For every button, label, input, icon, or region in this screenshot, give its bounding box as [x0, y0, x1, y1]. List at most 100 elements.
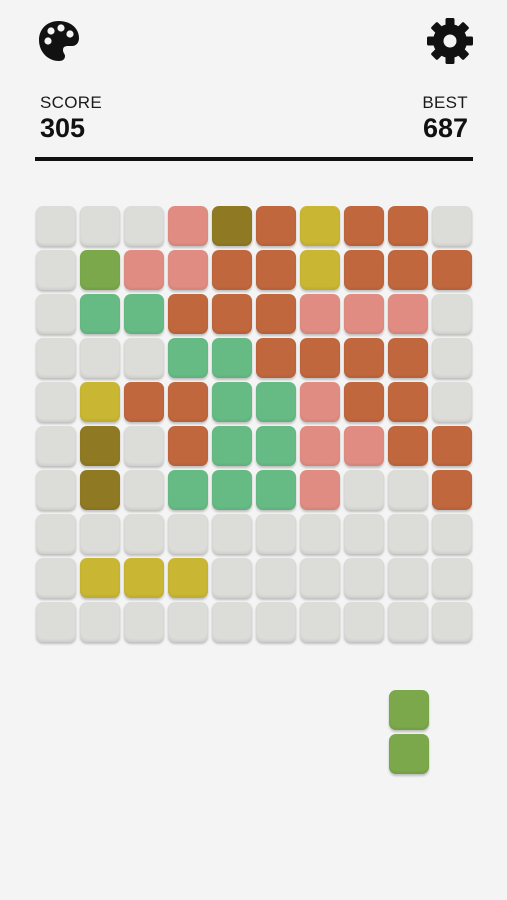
filled-cell[interactable]	[432, 470, 472, 510]
empty-cell[interactable]	[212, 602, 252, 642]
filled-cell[interactable]	[432, 250, 472, 290]
filled-cell[interactable]	[80, 382, 120, 422]
filled-cell[interactable]	[344, 294, 384, 334]
empty-cell[interactable]	[124, 514, 164, 554]
filled-cell[interactable]	[168, 294, 208, 334]
filled-cell[interactable]	[344, 338, 384, 378]
filled-cell[interactable]	[256, 338, 296, 378]
empty-cell[interactable]	[36, 602, 76, 642]
next-piece[interactable]	[389, 690, 429, 774]
filled-cell[interactable]	[300, 338, 340, 378]
empty-cell[interactable]	[212, 558, 252, 598]
empty-cell[interactable]	[36, 514, 76, 554]
empty-cell[interactable]	[36, 338, 76, 378]
empty-cell[interactable]	[432, 382, 472, 422]
empty-cell[interactable]	[124, 602, 164, 642]
empty-cell[interactable]	[388, 602, 428, 642]
empty-cell[interactable]	[80, 206, 120, 246]
empty-cell[interactable]	[256, 514, 296, 554]
filled-cell[interactable]	[124, 294, 164, 334]
filled-cell[interactable]	[256, 470, 296, 510]
filled-cell[interactable]	[256, 294, 296, 334]
empty-cell[interactable]	[256, 558, 296, 598]
gear-icon[interactable]	[426, 17, 474, 65]
filled-cell[interactable]	[212, 470, 252, 510]
empty-cell[interactable]	[344, 470, 384, 510]
filled-cell[interactable]	[80, 426, 120, 466]
filled-cell[interactable]	[300, 382, 340, 422]
filled-cell[interactable]	[388, 338, 428, 378]
empty-cell[interactable]	[124, 206, 164, 246]
empty-cell[interactable]	[36, 426, 76, 466]
empty-cell[interactable]	[36, 294, 76, 334]
piece-block[interactable]	[389, 690, 429, 730]
empty-cell[interactable]	[432, 514, 472, 554]
empty-cell[interactable]	[432, 558, 472, 598]
filled-cell[interactable]	[212, 382, 252, 422]
empty-cell[interactable]	[344, 602, 384, 642]
empty-cell[interactable]	[36, 206, 76, 246]
empty-cell[interactable]	[388, 558, 428, 598]
filled-cell[interactable]	[168, 558, 208, 598]
empty-cell[interactable]	[432, 602, 472, 642]
filled-cell[interactable]	[168, 206, 208, 246]
filled-cell[interactable]	[212, 338, 252, 378]
empty-cell[interactable]	[124, 338, 164, 378]
filled-cell[interactable]	[256, 426, 296, 466]
filled-cell[interactable]	[80, 250, 120, 290]
empty-cell[interactable]	[124, 426, 164, 466]
empty-cell[interactable]	[212, 514, 252, 554]
piece-block[interactable]	[389, 734, 429, 774]
filled-cell[interactable]	[168, 382, 208, 422]
filled-cell[interactable]	[212, 206, 252, 246]
filled-cell[interactable]	[256, 250, 296, 290]
filled-cell[interactable]	[212, 250, 252, 290]
filled-cell[interactable]	[388, 250, 428, 290]
empty-cell[interactable]	[300, 558, 340, 598]
filled-cell[interactable]	[300, 206, 340, 246]
empty-cell[interactable]	[256, 602, 296, 642]
filled-cell[interactable]	[80, 470, 120, 510]
empty-cell[interactable]	[36, 250, 76, 290]
empty-cell[interactable]	[344, 558, 384, 598]
filled-cell[interactable]	[256, 206, 296, 246]
empty-cell[interactable]	[344, 514, 384, 554]
empty-cell[interactable]	[432, 294, 472, 334]
game-board[interactable]	[36, 206, 473, 643]
filled-cell[interactable]	[80, 294, 120, 334]
empty-cell[interactable]	[36, 558, 76, 598]
filled-cell[interactable]	[80, 558, 120, 598]
filled-cell[interactable]	[212, 426, 252, 466]
filled-cell[interactable]	[388, 206, 428, 246]
filled-cell[interactable]	[124, 558, 164, 598]
empty-cell[interactable]	[432, 206, 472, 246]
filled-cell[interactable]	[432, 426, 472, 466]
filled-cell[interactable]	[168, 470, 208, 510]
empty-cell[interactable]	[300, 514, 340, 554]
empty-cell[interactable]	[388, 470, 428, 510]
empty-cell[interactable]	[80, 602, 120, 642]
empty-cell[interactable]	[80, 514, 120, 554]
empty-cell[interactable]	[36, 382, 76, 422]
filled-cell[interactable]	[124, 250, 164, 290]
filled-cell[interactable]	[388, 294, 428, 334]
filled-cell[interactable]	[344, 250, 384, 290]
empty-cell[interactable]	[388, 514, 428, 554]
filled-cell[interactable]	[344, 382, 384, 422]
empty-cell[interactable]	[80, 338, 120, 378]
palette-icon[interactable]	[37, 19, 81, 63]
filled-cell[interactable]	[212, 294, 252, 334]
filled-cell[interactable]	[344, 426, 384, 466]
filled-cell[interactable]	[300, 470, 340, 510]
filled-cell[interactable]	[344, 206, 384, 246]
filled-cell[interactable]	[256, 382, 296, 422]
filled-cell[interactable]	[388, 426, 428, 466]
empty-cell[interactable]	[36, 470, 76, 510]
filled-cell[interactable]	[168, 426, 208, 466]
filled-cell[interactable]	[168, 250, 208, 290]
empty-cell[interactable]	[168, 514, 208, 554]
filled-cell[interactable]	[388, 382, 428, 422]
empty-cell[interactable]	[168, 602, 208, 642]
empty-cell[interactable]	[432, 338, 472, 378]
filled-cell[interactable]	[300, 294, 340, 334]
